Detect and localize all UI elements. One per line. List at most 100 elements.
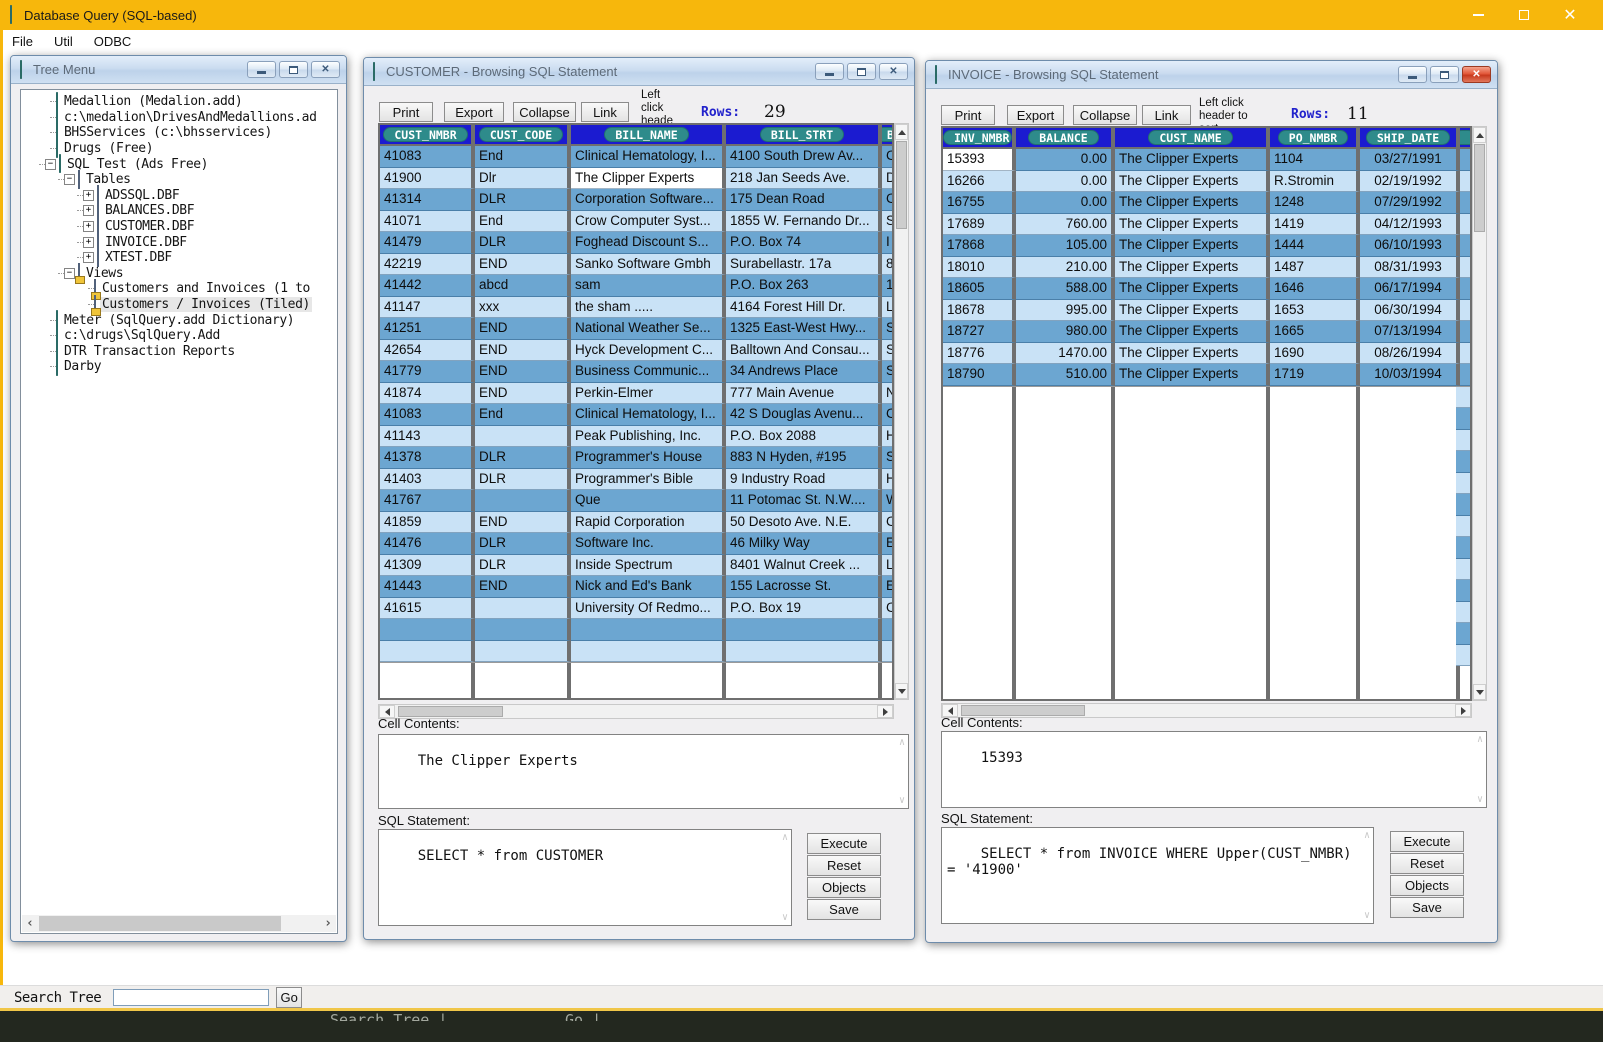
- table-cell[interactable]: Software Inc.: [571, 533, 726, 555]
- table-cell[interactable]: L: [882, 297, 894, 319]
- table-cell[interactable]: 210.00: [1016, 257, 1115, 279]
- customer-print-button[interactable]: Print: [379, 102, 433, 122]
- table-cell[interactable]: R.Stromin: [1270, 171, 1360, 193]
- table-cell[interactable]: 46 Milky Way: [726, 533, 882, 555]
- column-header[interactable]: BILL_STRT: [726, 125, 882, 144]
- table-cell[interactable]: L: [882, 555, 894, 577]
- tree-item[interactable]: +XTEST.DBF: [21, 250, 337, 266]
- expand-box-icon[interactable]: +: [83, 221, 94, 232]
- table-cell[interactable]: 1855 W. Fernando Dr...: [726, 211, 882, 233]
- column-header[interactable]: BILL_CITY: [882, 125, 894, 144]
- table-cell[interactable]: 07/29/1992: [1360, 192, 1460, 214]
- scroll-right-arrow[interactable]: [1455, 704, 1471, 717]
- column-header[interactable]: CUST_NAME: [1115, 128, 1270, 147]
- table-cell[interactable]: The Clipper Experts: [1115, 149, 1270, 171]
- tree-item[interactable]: −SQL Test (Ads Free): [21, 156, 337, 172]
- table-cell[interactable]: The Clipper Experts: [1115, 364, 1270, 386]
- table-cell[interactable]: Crow Computer Syst...: [571, 211, 726, 233]
- table-cell[interactable]: P.O. Box 263: [726, 275, 882, 297]
- table-cell[interactable]: 16755: [943, 192, 1016, 214]
- table-cell[interactable]: [1460, 214, 1472, 236]
- table-cell[interactable]: P.O. Box 74: [726, 232, 882, 254]
- invoice-titlebar[interactable]: INVOICE - Browsing SQL Statement ✕: [926, 61, 1497, 89]
- column-header[interactable]: INV_NMBR: [943, 128, 1016, 147]
- table-cell[interactable]: DLR: [475, 232, 571, 254]
- table-cell[interactable]: [1460, 343, 1472, 365]
- column-header[interactable]: SHIP_DATE: [1360, 128, 1460, 147]
- table-cell[interactable]: 41378: [380, 447, 475, 469]
- table-cell[interactable]: 04/12/1993: [1360, 214, 1460, 236]
- tree-close-button[interactable]: ✕: [311, 61, 340, 78]
- table-cell[interactable]: End: [475, 146, 571, 168]
- table-cell[interactable]: 17868: [943, 235, 1016, 257]
- invoice-execute-button[interactable]: Execute: [1390, 831, 1464, 852]
- scroll-thumb[interactable]: [39, 916, 281, 931]
- table-cell[interactable]: 18678: [943, 300, 1016, 322]
- table-cell[interactable]: The Clipper Experts: [1115, 192, 1270, 214]
- customer-save-button[interactable]: Save: [807, 899, 881, 920]
- table-cell[interactable]: 17689: [943, 214, 1016, 236]
- tree-item[interactable]: +CUSTOMER.DBF: [21, 219, 337, 235]
- table-cell[interactable]: Clinical Hematology, I...: [571, 404, 726, 426]
- menu-util[interactable]: Util: [45, 32, 82, 51]
- table-cell[interactable]: Programmer's House: [571, 447, 726, 469]
- table-cell[interactable]: END: [475, 383, 571, 405]
- table-cell[interactable]: University Of Redmo...: [571, 598, 726, 620]
- invoice-close-button[interactable]: ✕: [1462, 66, 1491, 83]
- table-cell[interactable]: 41900: [380, 168, 475, 190]
- table-cell[interactable]: 41442: [380, 275, 475, 297]
- table-cell[interactable]: C: [882, 189, 894, 211]
- menu-odbc[interactable]: ODBC: [85, 32, 141, 51]
- customer-close-button[interactable]: ✕: [879, 63, 908, 80]
- table-cell[interactable]: 1470.00: [1016, 343, 1115, 365]
- table-cell[interactable]: the sham .....: [571, 297, 726, 319]
- tree-item[interactable]: Customers and Invoices (1 to: [21, 281, 337, 297]
- table-cell[interactable]: S: [882, 318, 894, 340]
- table-cell[interactable]: [1460, 300, 1472, 322]
- table-cell[interactable]: Sanko Software Gmbh: [571, 254, 726, 276]
- table-cell[interactable]: 41309: [380, 555, 475, 577]
- invoice-maximize-button[interactable]: [1430, 66, 1459, 83]
- tree-item[interactable]: +ADSSQL.DBF: [21, 188, 337, 204]
- table-cell[interactable]: Inside Spectrum: [571, 555, 726, 577]
- customer-objects-button[interactable]: Objects: [807, 877, 881, 898]
- table-cell[interactable]: 1653: [1270, 300, 1360, 322]
- invoice-minimize-button[interactable]: [1398, 66, 1427, 83]
- tree-item[interactable]: −Tables: [21, 172, 337, 188]
- column-header[interactable]: CUST_NMBR: [380, 125, 475, 144]
- table-cell[interactable]: P.O. Box 19: [726, 598, 882, 620]
- app-maximize-button[interactable]: [1509, 4, 1539, 26]
- scroll-up-arrow[interactable]: [895, 124, 908, 140]
- tree-view[interactable]: Medallion (Medalion.add)c:\medalion\Driv…: [20, 89, 338, 934]
- table-cell[interactable]: 41147: [380, 297, 475, 319]
- scroll-thumb[interactable]: [896, 141, 907, 229]
- tree-menu-titlebar[interactable]: Tree Menu ✕: [11, 56, 346, 84]
- expand-box-icon[interactable]: +: [83, 205, 94, 216]
- table-cell[interactable]: 02/19/1992: [1360, 171, 1460, 193]
- table-cell[interactable]: 08/26/1994: [1360, 343, 1460, 365]
- customer-execute-button[interactable]: Execute: [807, 833, 881, 854]
- table-cell[interactable]: 105.00: [1016, 235, 1115, 257]
- table-cell[interactable]: [571, 619, 726, 641]
- expand-box-icon[interactable]: +: [83, 252, 94, 263]
- table-cell[interactable]: [1460, 171, 1472, 193]
- table-cell[interactable]: [571, 641, 726, 663]
- table-cell[interactable]: Hyck Development C...: [571, 340, 726, 362]
- invoice-vertical-scrollbar[interactable]: [1472, 126, 1487, 701]
- table-cell[interactable]: 41071: [380, 211, 475, 233]
- table-cell[interactable]: 41615: [380, 598, 475, 620]
- table-cell[interactable]: 41083: [380, 404, 475, 426]
- column-header[interactable]: PO_NMBR: [1270, 128, 1360, 147]
- tree-item[interactable]: +BALANCES.DBF: [21, 203, 337, 219]
- table-cell[interactable]: 8401 Walnut Creek ...: [726, 555, 882, 577]
- table-cell[interactable]: 41479: [380, 232, 475, 254]
- table-cell[interactable]: 0.00: [1016, 192, 1115, 214]
- table-cell[interactable]: The Clipper Experts: [1115, 300, 1270, 322]
- table-cell[interactable]: Programmer's Bible: [571, 469, 726, 491]
- invoice-cell-contents-box[interactable]: 15393 ∧ ∨: [941, 731, 1487, 808]
- invoice-objects-button[interactable]: Objects: [1390, 875, 1464, 896]
- table-cell[interactable]: C: [882, 598, 894, 620]
- table-cell[interactable]: Nick and Ed's Bank: [571, 576, 726, 598]
- table-cell[interactable]: [475, 490, 571, 512]
- table-cell[interactable]: Clinical Hematology, I...: [571, 146, 726, 168]
